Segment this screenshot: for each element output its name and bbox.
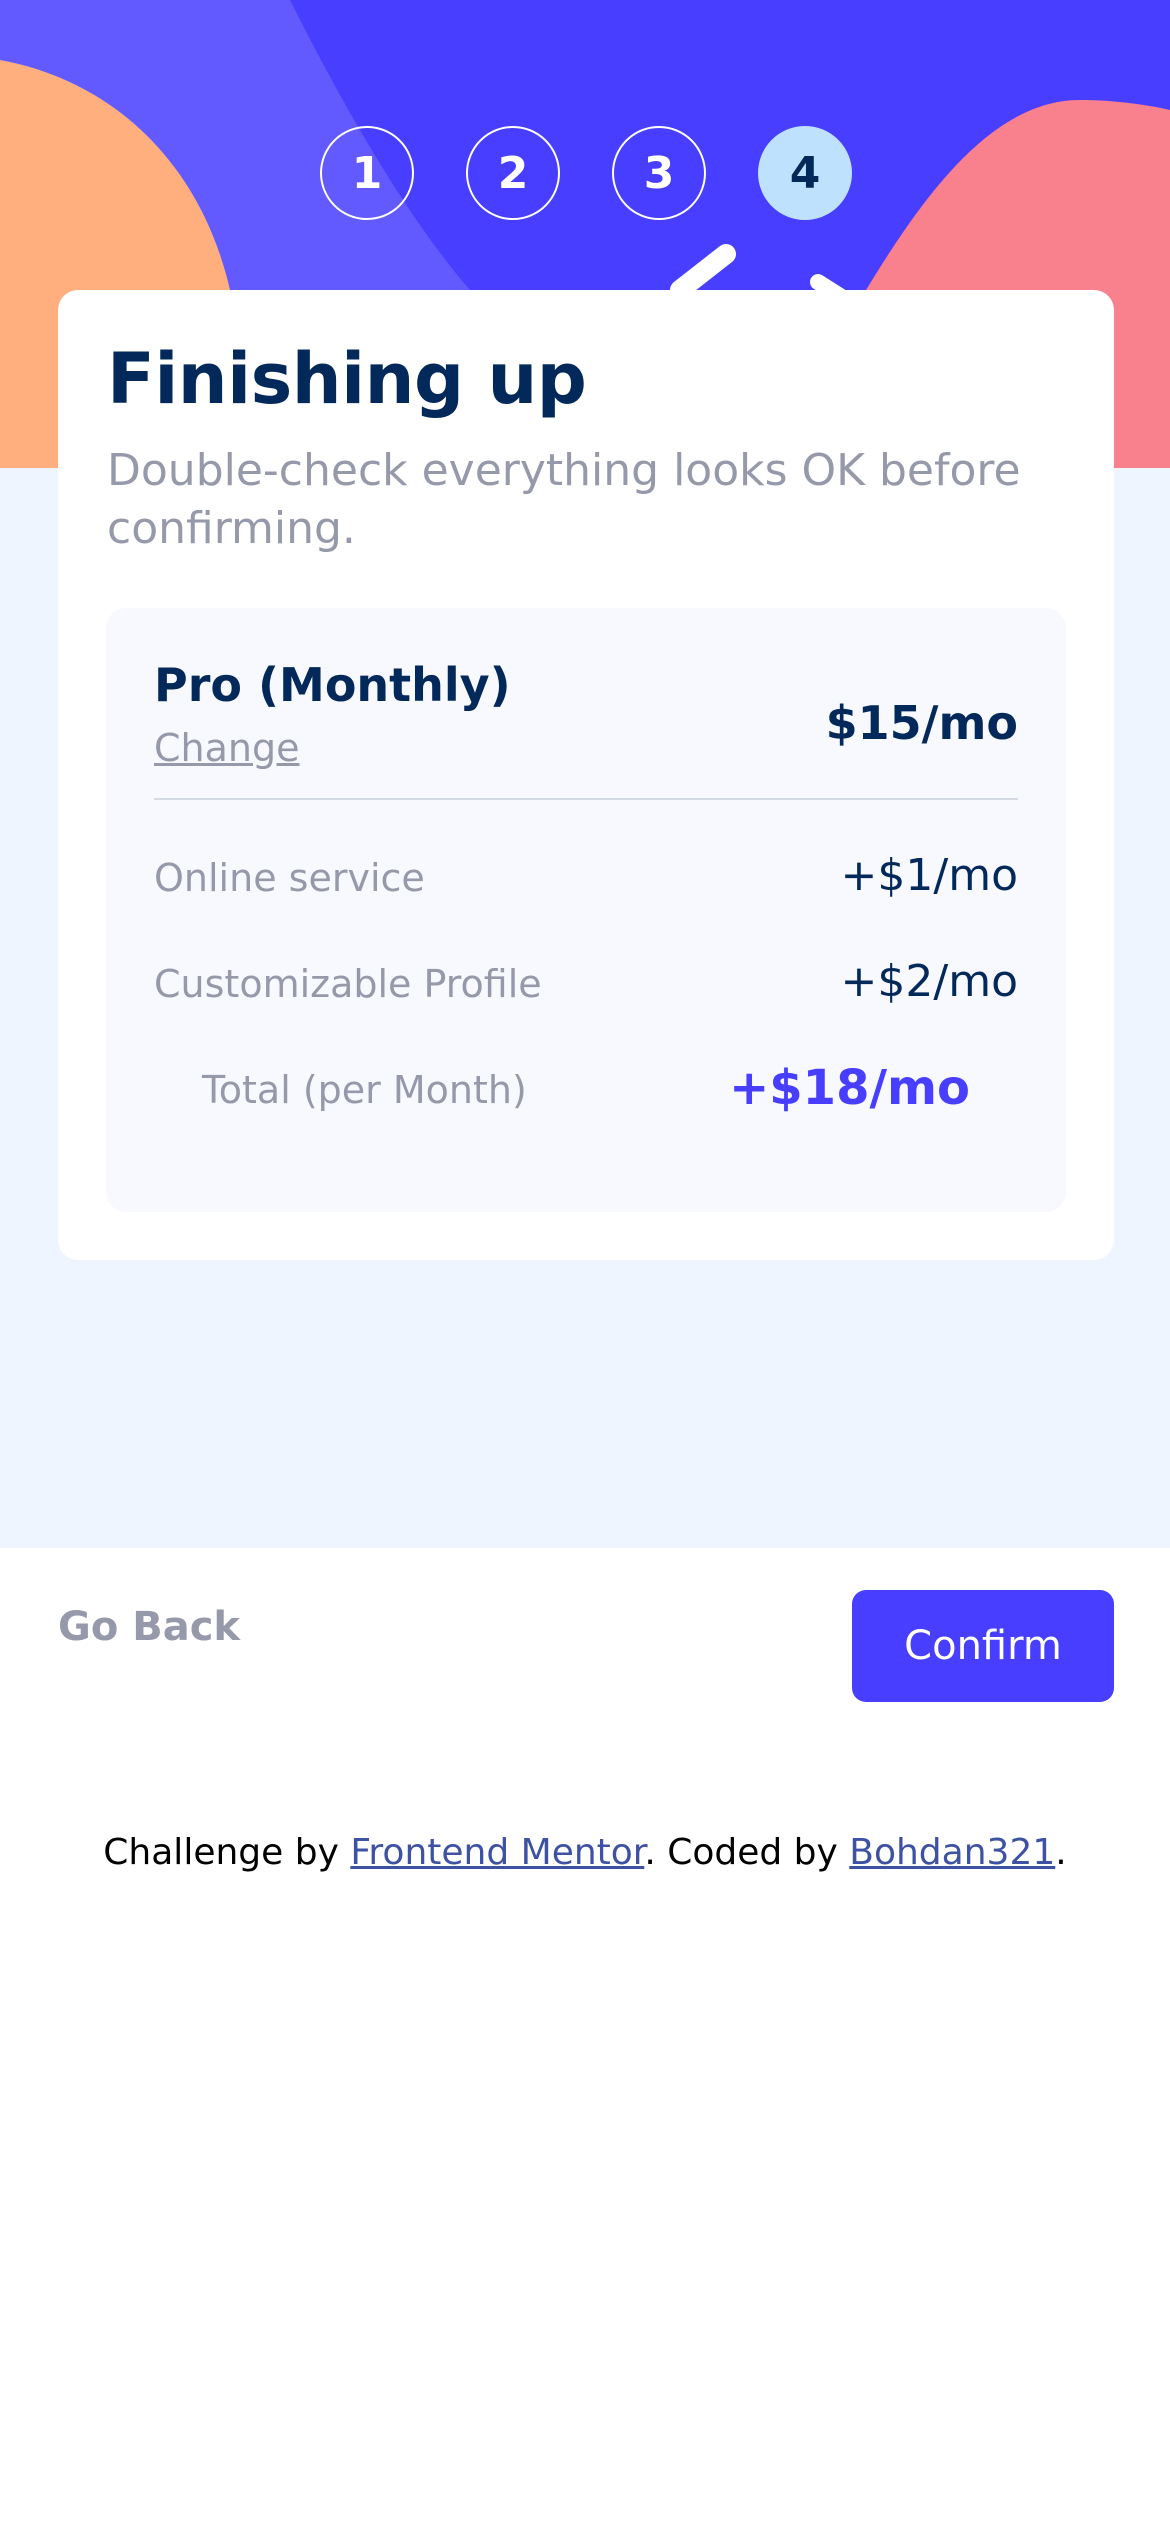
step-4-active[interactable]: 4	[758, 126, 852, 220]
step-number: 4	[789, 147, 821, 199]
step-number: 2	[497, 147, 529, 199]
addon-name-customizable-profile: Customizable Profile	[154, 962, 542, 1006]
plan-price: $15/mo	[825, 696, 1018, 750]
plan-name: Pro (Monthly)	[154, 658, 511, 712]
attribution-prefix: Challenge by	[103, 1832, 351, 1873]
page-subtitle: Double-check everything looks OK before …	[107, 445, 1021, 554]
change-plan-link[interactable]: Change	[154, 726, 300, 770]
step-2[interactable]: 2	[466, 126, 560, 220]
step-1[interactable]: 1	[320, 126, 414, 220]
order-summary: Pro (Monthly) Change $15/mo Online servi…	[106, 608, 1066, 1212]
attribution-middle: . Coded by	[644, 1832, 850, 1873]
step-number: 1	[351, 147, 383, 199]
confirm-button[interactable]: Confirm	[852, 1590, 1114, 1702]
total-price: +$18/mo	[729, 1060, 970, 1116]
step-number: 3	[643, 147, 675, 199]
addon-name-online-service: Online service	[154, 856, 425, 900]
author-link[interactable]: Bohdan321	[849, 1832, 1055, 1873]
total-label: Total (per Month)	[202, 1068, 527, 1112]
step-3[interactable]: 3	[612, 126, 706, 220]
addon-price-customizable-profile: +$2/mo	[840, 956, 1018, 1007]
summary-divider	[154, 798, 1018, 800]
attribution-suffix: .	[1055, 1832, 1067, 1873]
step-indicator: 1 2 3 4	[0, 126, 1170, 224]
attribution: Challenge by Frontend Mentor. Coded by B…	[0, 1832, 1170, 1873]
frontend-mentor-link[interactable]: Frontend Mentor	[350, 1832, 644, 1873]
page-title: Finishing up	[107, 338, 587, 420]
addon-price-online-service: +$1/mo	[840, 850, 1018, 901]
navigation-bar: Go Back Confirm	[0, 1548, 1170, 1748]
go-back-button[interactable]: Go Back	[58, 1604, 240, 1650]
form-card: Finishing up Double-check everything loo…	[58, 290, 1114, 1260]
